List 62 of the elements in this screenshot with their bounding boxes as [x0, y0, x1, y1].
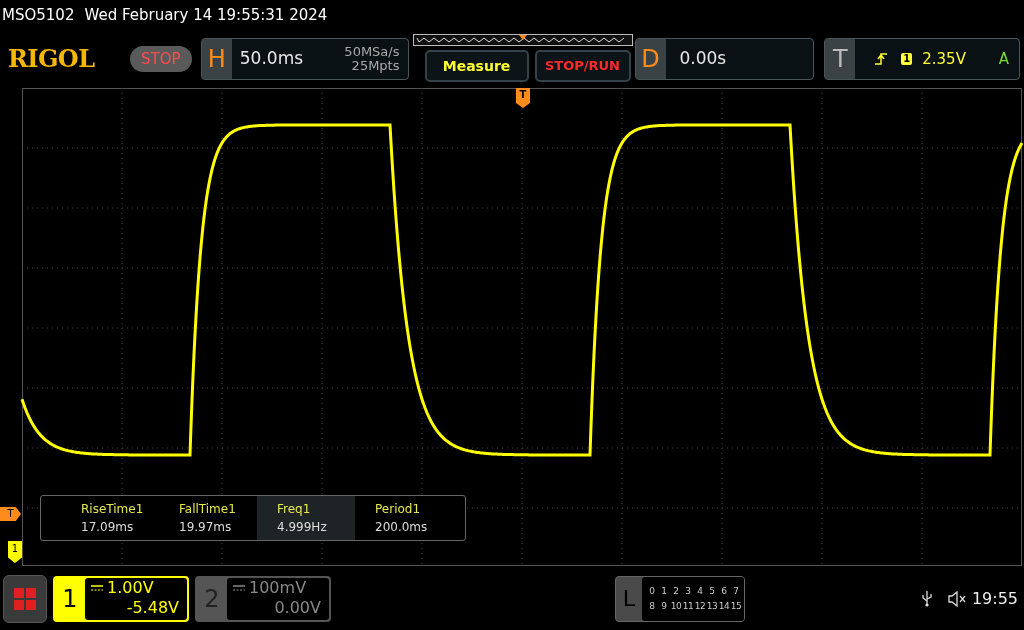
measurement-item[interactable]: Period1 200.0ms	[355, 496, 453, 540]
measurement-value: 17.09ms	[81, 519, 135, 536]
measurement-name: Period1	[375, 501, 422, 518]
delay-value: 0.00s	[679, 47, 727, 71]
logic-channel-number: 2	[672, 584, 680, 598]
measurement-value: 19.97ms	[179, 519, 233, 536]
channel-button[interactable]: 1 1.00V -5.48V	[53, 575, 189, 622]
channel-scale: 100mV	[249, 577, 307, 598]
logic-channel-number: 7	[732, 584, 740, 598]
stop-run-button[interactable]: STOP/RUN	[534, 50, 631, 82]
measurement-name: RiseTime1	[81, 501, 145, 518]
logic-label: L	[621, 585, 637, 613]
usb-icon	[921, 590, 932, 607]
sample-rate: 50MSa/s	[344, 45, 400, 59]
logic-channel-number: 15	[730, 599, 742, 613]
delay-label: D	[635, 39, 666, 79]
logic-channel-number: 5	[708, 584, 716, 598]
channel-number: 1	[61, 583, 79, 615]
run-status: STOP	[129, 45, 192, 73]
dc-coupling-icon	[233, 584, 245, 591]
logic-channel-number: 12	[694, 599, 706, 613]
timebase-value: 50.0ms	[239, 47, 304, 71]
logic-channel-number: 9	[660, 599, 668, 613]
rising-edge-icon	[875, 53, 888, 65]
logic-channel-number: 4	[696, 584, 704, 598]
measurement-item[interactable]: FallTime1 19.97ms	[159, 496, 257, 540]
logic-channel-number: 0	[648, 584, 656, 598]
measurement-item[interactable]: Freq1 4.999Hz	[257, 496, 355, 540]
brand-logo: RIGOL	[8, 43, 96, 75]
channel-marker[interactable]: 1	[8, 541, 22, 563]
channel-scale: 1.00V	[107, 577, 154, 598]
measurement-item[interactable]: RiseTime1 17.09ms	[61, 496, 159, 540]
clock-time: 19:55	[971, 587, 1018, 610]
memory-depth: 25Mpts	[351, 59, 400, 73]
logic-channel-number: 1	[660, 584, 668, 598]
menu-button[interactable]	[3, 574, 47, 623]
logic-channel-number: 3	[684, 584, 692, 598]
horizontal-label: H	[201, 39, 232, 79]
logic-channel-number: 11	[682, 599, 694, 613]
date-time: Wed February 14 19:55:31 2024	[84, 4, 328, 26]
measurement-value: 200.0ms	[375, 519, 429, 536]
channel-offset: 0.00V	[274, 597, 321, 618]
logic-channel-number: 10	[670, 599, 682, 613]
channel-offset: -5.48V	[126, 597, 179, 618]
measurement-value: 4.999Hz	[277, 519, 328, 536]
trigger-mode: A	[998, 48, 1009, 70]
trigger-label: T	[825, 39, 856, 79]
logic-channel-number: 6	[720, 584, 728, 598]
trigger-source-badge: 1	[901, 53, 913, 65]
logic-channel-number: 13	[706, 599, 718, 613]
grid-icon	[14, 587, 36, 610]
trigger-level: 2.35V	[922, 48, 966, 70]
measurement-name: FallTime1	[179, 501, 237, 518]
dc-coupling-icon	[91, 584, 103, 591]
measure-button[interactable]: Measure	[424, 50, 529, 82]
measurement-name: Freq1	[277, 501, 312, 518]
logic-channel-number: 8	[648, 599, 656, 613]
model-name: MSO5102	[2, 4, 75, 26]
trigger-position-marker[interactable]: T	[516, 88, 530, 108]
logic-channel-number: 14	[718, 599, 730, 613]
trigger-level-marker[interactable]: T	[0, 507, 21, 521]
muted-speaker-icon	[947, 590, 966, 607]
